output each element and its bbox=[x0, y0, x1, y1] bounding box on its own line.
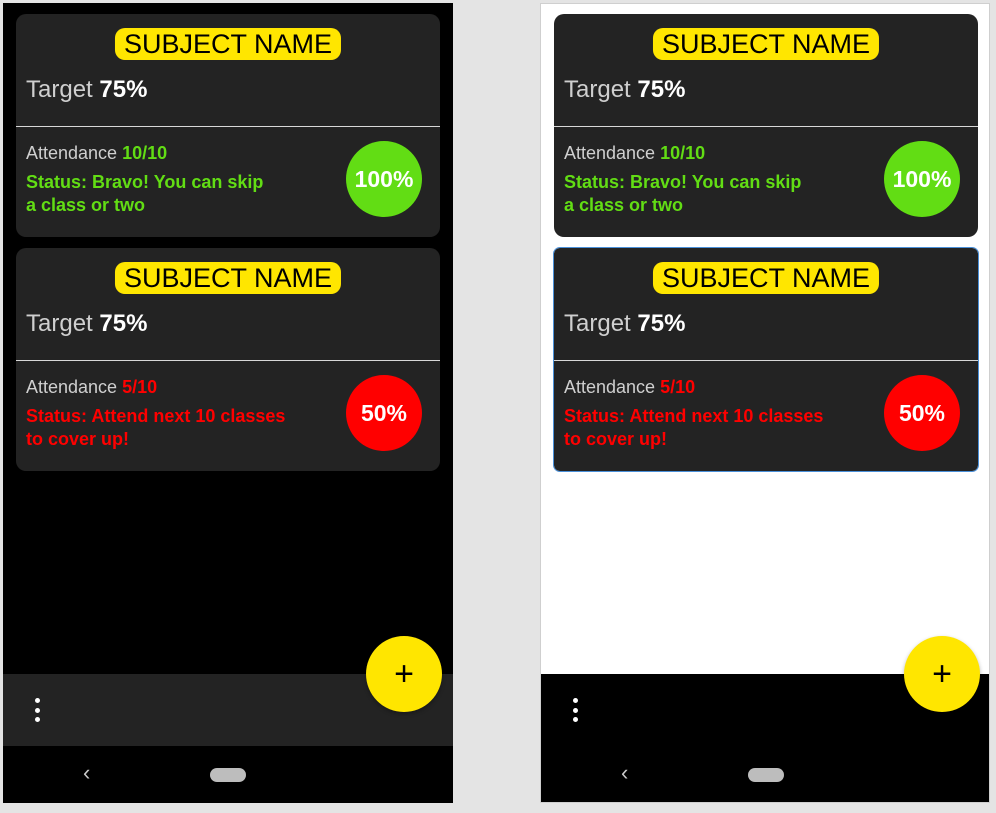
status-text: Status: Attend next 10 classes to cover … bbox=[564, 405, 834, 451]
subject-card[interactable]: SUBJECT NAME Target 75% Attendance 10/10… bbox=[554, 14, 978, 237]
subject-name-badge: SUBJECT NAME bbox=[652, 262, 880, 294]
plus-icon: + bbox=[932, 654, 952, 693]
card-header: SUBJECT NAME Target 75% bbox=[554, 14, 978, 127]
status-line: a class or two bbox=[564, 195, 684, 215]
subject-card[interactable]: SUBJECT NAME Target 75% Attendance 5/10 … bbox=[16, 248, 440, 471]
subject-name-badge: SUBJECT NAME bbox=[114, 262, 342, 294]
more-vert-icon[interactable] bbox=[569, 698, 581, 722]
status-line: Status: Attend next 10 classes bbox=[26, 406, 286, 426]
attendance-value: 10/10 bbox=[660, 143, 706, 163]
card-body: Attendance 5/10 Status: Attend next 10 c… bbox=[554, 361, 978, 471]
status-line: Status: Bravo! You can skip bbox=[564, 172, 802, 192]
target-value: 75% bbox=[99, 76, 148, 103]
phone-preview-light: SUBJECT NAME Target 75% Attendance 10/10… bbox=[540, 3, 990, 803]
percent-circle: 100% bbox=[884, 141, 960, 217]
attendance-label: Attendance bbox=[26, 143, 118, 163]
status-text: Status: Bravo! You can skip a class or t… bbox=[26, 171, 296, 217]
attendance-text: Attendance 10/10 bbox=[26, 143, 167, 164]
target-text: Target 75% bbox=[564, 76, 685, 104]
target-label: Target bbox=[26, 76, 93, 103]
back-icon[interactable]: ‹ bbox=[621, 762, 628, 784]
more-vert-icon[interactable] bbox=[31, 698, 43, 722]
plus-icon: + bbox=[394, 654, 414, 693]
add-subject-button[interactable]: + bbox=[366, 636, 442, 712]
card-header: SUBJECT NAME Target 75% bbox=[16, 14, 440, 127]
status-line: Status: Attend next 10 classes bbox=[564, 406, 824, 426]
percent-circle: 50% bbox=[346, 375, 422, 451]
attendance-text: Attendance 10/10 bbox=[564, 143, 705, 164]
target-value: 75% bbox=[99, 310, 148, 337]
target-label: Target bbox=[564, 310, 631, 337]
target-label: Target bbox=[564, 76, 631, 103]
card-header: SUBJECT NAME Target 75% bbox=[554, 248, 978, 361]
status-line: to cover up! bbox=[564, 429, 668, 449]
status-line: to cover up! bbox=[26, 429, 130, 449]
card-body: Attendance 10/10 Status: Bravo! You can … bbox=[16, 127, 440, 237]
attendance-text: Attendance 5/10 bbox=[564, 377, 695, 398]
status-text: Status: Bravo! You can skip a class or t… bbox=[564, 171, 834, 217]
target-label: Target bbox=[26, 310, 93, 337]
attendance-value: 10/10 bbox=[122, 143, 168, 163]
home-pill-icon[interactable] bbox=[210, 768, 246, 782]
card-header: SUBJECT NAME Target 75% bbox=[16, 248, 440, 361]
target-value: 75% bbox=[637, 76, 686, 103]
target-text: Target 75% bbox=[26, 76, 147, 104]
system-nav-bar: ‹ bbox=[3, 746, 453, 803]
target-text: Target 75% bbox=[564, 310, 685, 338]
subject-card-selected[interactable]: SUBJECT NAME Target 75% Attendance 5/10 … bbox=[553, 247, 979, 472]
attendance-label: Attendance bbox=[26, 377, 118, 397]
percent-circle: 100% bbox=[346, 141, 422, 217]
target-text: Target 75% bbox=[26, 310, 147, 338]
attendance-value: 5/10 bbox=[122, 377, 158, 397]
system-nav-bar: ‹ bbox=[541, 746, 989, 802]
card-body: Attendance 5/10 Status: Attend next 10 c… bbox=[16, 361, 440, 471]
status-line: Status: Bravo! You can skip bbox=[26, 172, 264, 192]
attendance-label: Attendance bbox=[564, 377, 656, 397]
subject-card[interactable]: SUBJECT NAME Target 75% Attendance 10/10… bbox=[16, 14, 440, 237]
add-subject-button[interactable]: + bbox=[904, 636, 980, 712]
attendance-value: 5/10 bbox=[660, 377, 696, 397]
subject-name-badge: SUBJECT NAME bbox=[652, 28, 880, 60]
status-text: Status: Attend next 10 classes to cover … bbox=[26, 405, 296, 451]
back-icon[interactable]: ‹ bbox=[83, 762, 90, 784]
home-pill-icon[interactable] bbox=[748, 768, 784, 782]
status-line: a class or two bbox=[26, 195, 146, 215]
card-body: Attendance 10/10 Status: Bravo! You can … bbox=[554, 127, 978, 237]
attendance-text: Attendance 5/10 bbox=[26, 377, 157, 398]
target-value: 75% bbox=[637, 310, 686, 337]
subject-name-badge: SUBJECT NAME bbox=[114, 28, 342, 60]
phone-preview-dark: SUBJECT NAME Target 75% Attendance 10/10… bbox=[3, 3, 453, 803]
attendance-label: Attendance bbox=[564, 143, 656, 163]
percent-circle: 50% bbox=[884, 375, 960, 451]
